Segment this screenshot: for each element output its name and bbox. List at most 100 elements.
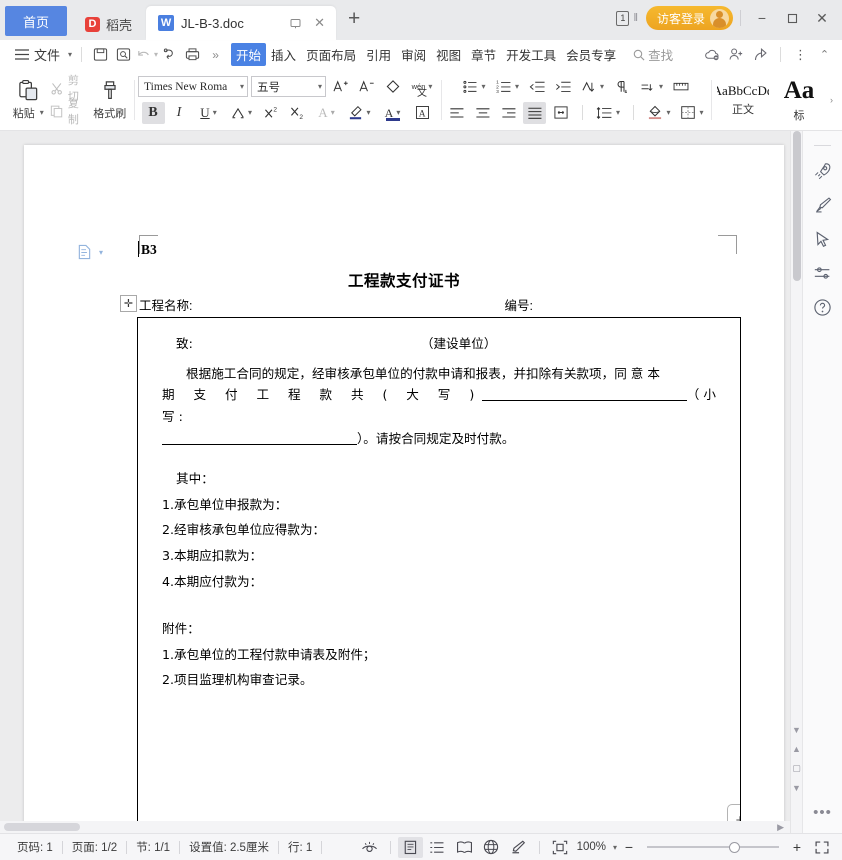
superscript-button[interactable]: 2	[260, 102, 283, 124]
shading-button[interactable]: ▾	[644, 102, 674, 124]
tab-list-icon[interactable]: ‖	[633, 12, 638, 24]
distribute-text-button[interactable]	[549, 102, 572, 124]
tab-document[interactable]: W JL-B-3.doc ✕	[146, 6, 337, 40]
align-left-button[interactable]	[445, 102, 468, 124]
pinyin-guide-button[interactable]: wén 文 ▾	[407, 76, 437, 99]
print-preview-icon[interactable]	[112, 44, 135, 66]
rocket-icon[interactable]	[806, 154, 840, 188]
ribbon-tab-developer[interactable]: 开发工具	[501, 43, 561, 66]
paste-button[interactable]: 粘贴 ▾	[9, 73, 47, 127]
vertical-scrollbar[interactable]: ▼ ▲ ▢ ▼	[790, 131, 802, 833]
fullscreen-button[interactable]	[809, 837, 834, 858]
align-right-button[interactable]	[497, 102, 520, 124]
status-page-of[interactable]: 页面: 1/2	[63, 839, 126, 855]
ruler-button[interactable]	[670, 76, 693, 98]
more-commands-icon[interactable]: »	[204, 44, 227, 66]
table-move-handle[interactable]: ✛	[120, 295, 137, 312]
status-page-number[interactable]: 页码: 1	[8, 839, 62, 855]
increase-indent-button[interactable]	[552, 76, 575, 98]
read-mode-button[interactable]	[452, 837, 477, 858]
document-scroll-area[interactable]: ▾ B3 工程款支付证书 ✛ 工程名称: 编号: 致: （建设单位） 根据施工合…	[0, 131, 790, 833]
tab-home[interactable]: 首页	[5, 6, 68, 36]
tab-count-badge[interactable]: 1	[616, 10, 630, 26]
zoom-slider[interactable]	[647, 841, 779, 853]
align-center-button[interactable]	[471, 102, 494, 124]
web-layout-button[interactable]	[479, 837, 504, 858]
styles-more-button[interactable]: ›	[828, 95, 833, 105]
decrease-indent-button[interactable]	[526, 76, 549, 98]
select-browse-object-icon[interactable]: ▢	[792, 763, 801, 774]
form-table[interactable]: 致: （建设单位） 根据施工合同的规定，经审核承包单位的付款申请和报表，并扣除有…	[137, 317, 741, 833]
redo-icon[interactable]	[158, 44, 181, 66]
eye-protection-icon[interactable]	[358, 837, 383, 858]
format-painter-button[interactable]: 格式刷	[91, 73, 129, 127]
copy-button[interactable]: 复制	[47, 98, 90, 126]
line-spacing-button[interactable]: ▾	[593, 102, 623, 124]
bullet-list-button[interactable]: ▾	[460, 76, 490, 98]
brush-icon[interactable]	[806, 188, 840, 222]
font-family-select[interactable]: Times New Roma ▾	[138, 76, 248, 97]
char-border-button[interactable]: A	[411, 102, 434, 124]
shrink-font-button[interactable]	[355, 76, 378, 98]
more-options-icon[interactable]: ⋮	[789, 44, 812, 66]
save-icon[interactable]	[89, 44, 112, 66]
grow-font-button[interactable]	[329, 76, 352, 98]
document-page[interactable]: ▾ B3 工程款支付证书 ✛ 工程名称: 编号: 致: （建设单位） 根据施工合…	[24, 145, 784, 833]
cursor-select-icon[interactable]	[806, 222, 840, 256]
horizontal-scrollbar[interactable]: ▶	[0, 821, 790, 833]
previous-page-icon[interactable]: ▲	[792, 744, 801, 754]
vertical-scroll-thumb[interactable]	[793, 131, 801, 281]
maximize-button[interactable]	[778, 4, 806, 32]
help-icon[interactable]	[806, 290, 840, 324]
new-tab-button[interactable]: +	[336, 7, 370, 33]
sidebar-more-button[interactable]: •••	[813, 804, 832, 833]
tab-docer[interactable]: D 稻壳	[71, 8, 146, 40]
style-body[interactable]: AaBbCcDd 正文	[716, 75, 770, 125]
pin-icon[interactable]	[287, 18, 304, 29]
login-button[interactable]: 访客登录	[645, 6, 733, 30]
highlight-button[interactable]: ▾	[345, 102, 375, 124]
status-setting-value[interactable]: 设置值: 2.5厘米	[180, 839, 278, 855]
zoom-in-button[interactable]: +	[787, 839, 807, 855]
status-line[interactable]: 行: 1	[279, 839, 321, 855]
align-justify-button[interactable]	[523, 101, 546, 124]
amount-blank-upper[interactable]	[481, 400, 687, 402]
subscript-button[interactable]: 2	[286, 102, 309, 124]
ribbon-tab-chapter[interactable]: 章节	[466, 43, 501, 66]
next-page-icon[interactable]: ▼	[792, 783, 801, 793]
sort-button[interactable]: ▾	[578, 76, 608, 98]
amount-blank-lower[interactable]	[162, 443, 357, 445]
ribbon-tab-member[interactable]: 会员专享	[561, 43, 621, 66]
scroll-down-arrow-icon[interactable]: ▼	[792, 725, 801, 735]
cloud-sync-icon[interactable]	[701, 44, 724, 66]
numbered-list-button[interactable]: 123 ▾	[493, 76, 523, 98]
minimize-button[interactable]: −	[748, 4, 776, 32]
style-heading[interactable]: Aa 标	[772, 75, 826, 125]
collapse-ribbon-icon[interactable]: ⌃	[813, 44, 836, 66]
zoom-value[interactable]: 100%	[575, 841, 608, 853]
horizontal-scroll-thumb[interactable]	[4, 823, 80, 831]
borders-button[interactable]: ▾	[677, 102, 707, 124]
zoom-slider-knob[interactable]	[729, 841, 740, 853]
ribbon-tab-page-layout[interactable]: 页面布局	[301, 43, 361, 66]
file-menu-button[interactable]: 文件 ▾	[10, 44, 74, 66]
annotate-button[interactable]	[506, 837, 531, 858]
page-layout-view-button[interactable]	[397, 836, 423, 858]
outline-view-button[interactable]	[425, 837, 450, 858]
scroll-right-arrow[interactable]: ▶	[777, 822, 784, 833]
font-size-select[interactable]: 五号 ▾	[251, 76, 326, 97]
status-section[interactable]: 节: 1/1	[127, 839, 179, 855]
zoom-out-button[interactable]: −	[619, 839, 639, 855]
show-paragraph-marks-button[interactable]	[611, 76, 634, 98]
ribbon-tab-references[interactable]: 引用	[361, 43, 396, 66]
ribbon-tab-review[interactable]: 审阅	[396, 43, 431, 66]
close-button[interactable]: ✕	[808, 4, 836, 32]
ribbon-tab-insert[interactable]: 插入	[266, 43, 301, 66]
ribbon-tab-start[interactable]: 开始	[231, 43, 267, 66]
settings-sliders-icon[interactable]	[806, 256, 840, 290]
clear-formatting-icon[interactable]	[381, 76, 404, 98]
undo-icon[interactable]: ▾	[135, 44, 158, 66]
strikethrough-button[interactable]: ▾	[227, 102, 257, 124]
print-icon[interactable]	[181, 44, 204, 66]
italic-button[interactable]: I	[168, 102, 191, 124]
